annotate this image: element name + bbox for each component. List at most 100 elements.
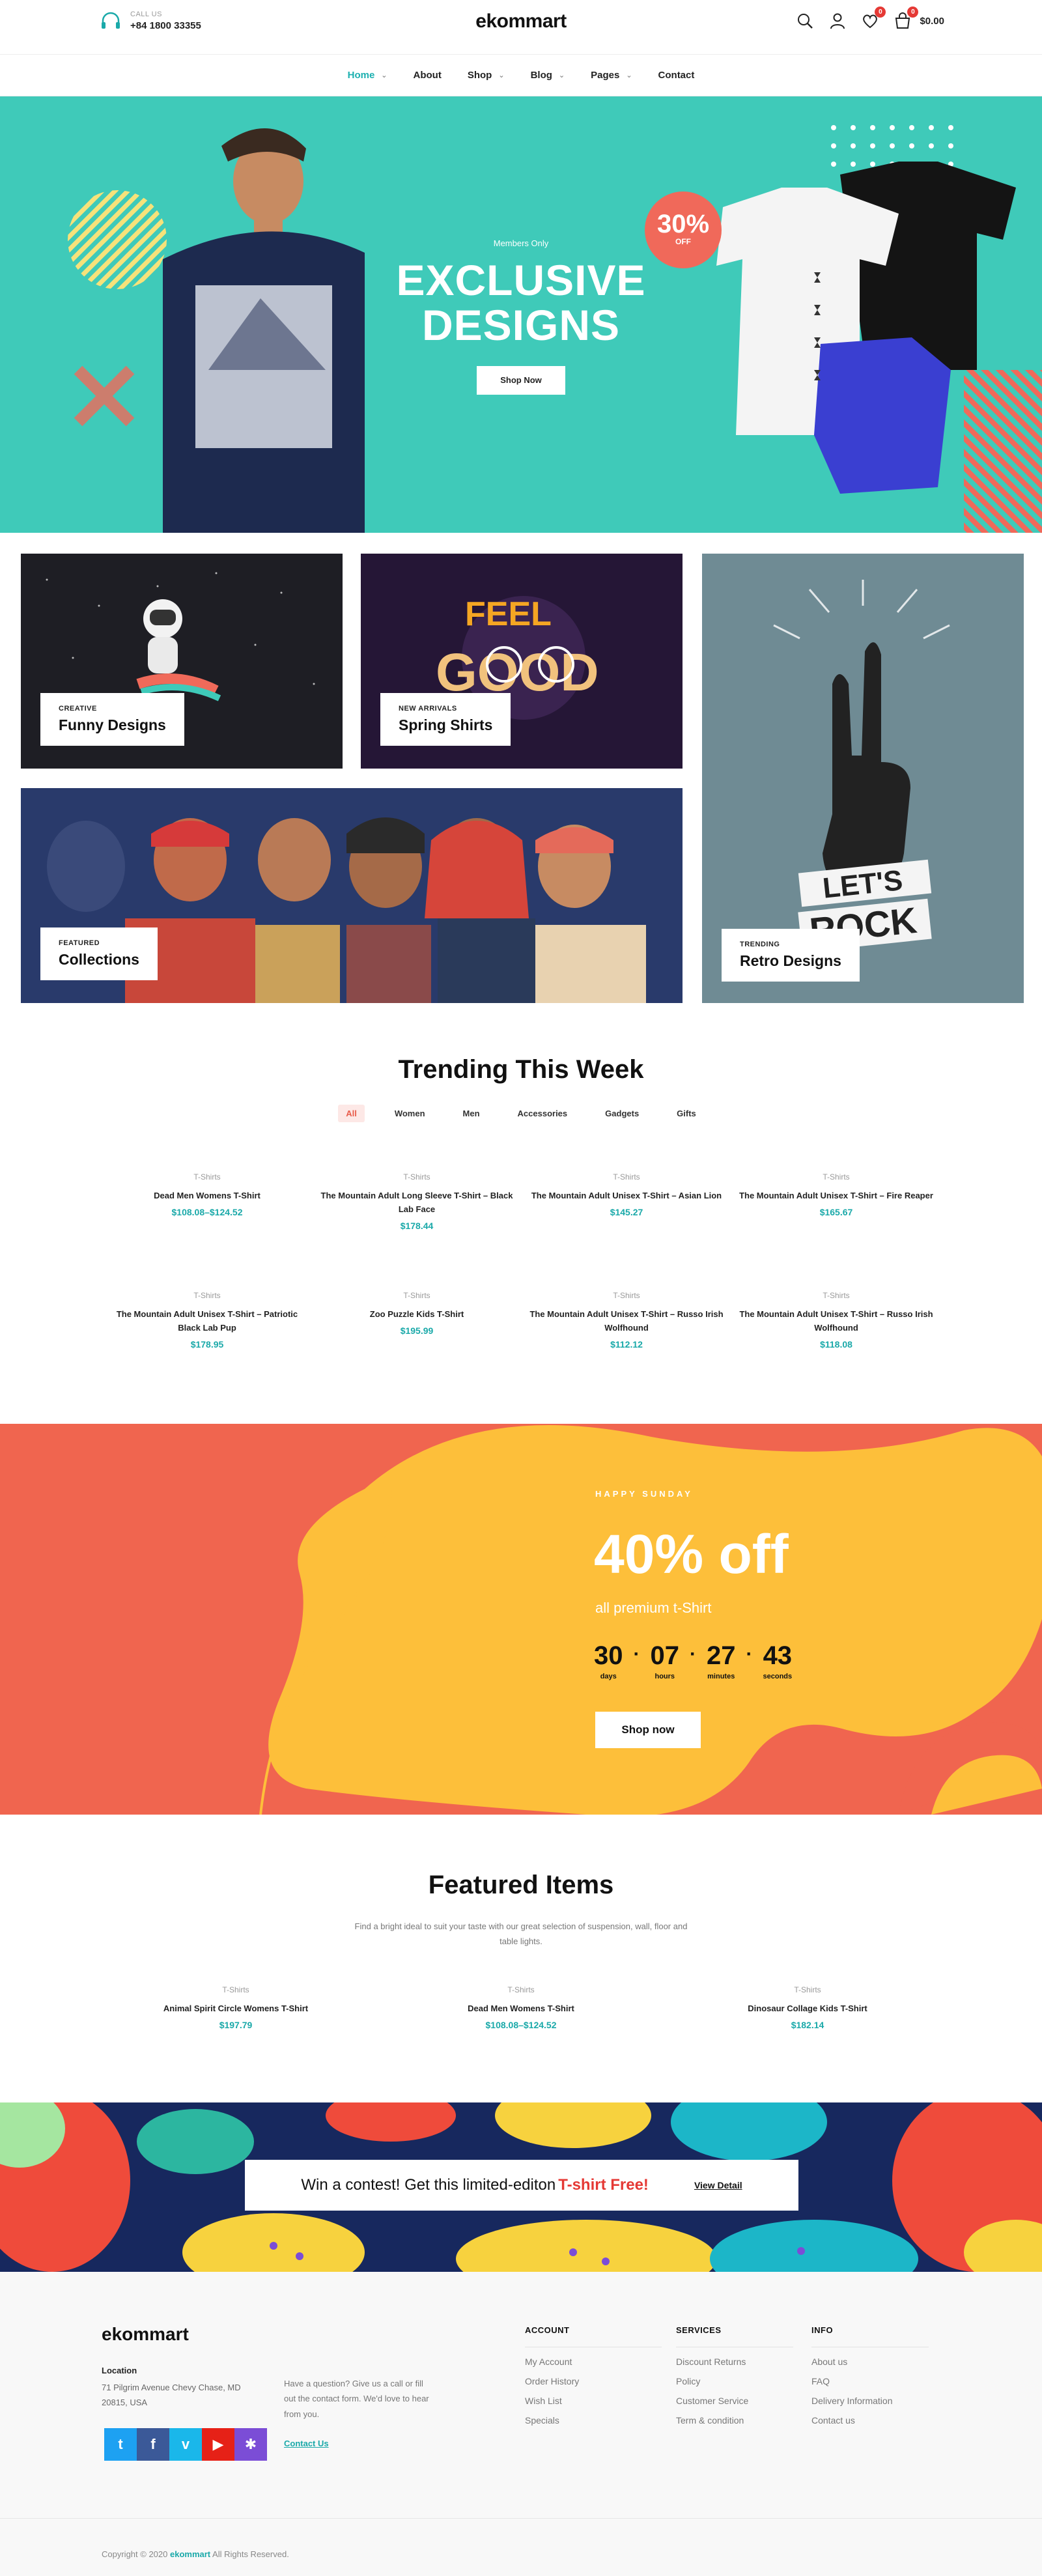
product-card[interactable]: T-Shirts The Mountain Adult Long Sleeve … (319, 1172, 514, 1231)
product-category[interactable]: T-Shirts (739, 1291, 934, 1300)
hero-banner: 30% OFF Members Only EXCLUSIVE DESIGNS S… (0, 96, 1042, 533)
product-card[interactable]: T-Shirts The Mountain Adult Unisex T-Shi… (529, 1291, 724, 1350)
footer-link[interactable]: About us (811, 2357, 929, 2367)
product-card[interactable]: T-Shirts The Mountain Adult Unisex T-Shi… (739, 1172, 934, 1217)
product-card[interactable]: T-Shirts Dead Men Womens T-Shirt $108.08… (109, 1172, 305, 1217)
product-category[interactable]: T-Shirts (529, 1172, 724, 1182)
countdown-days: 30 days (594, 1643, 623, 1680)
footer-link[interactable]: Wish List (525, 2396, 662, 2406)
nav-item-contact[interactable]: Contact (658, 70, 695, 81)
cart-button[interactable]: 0 (894, 7, 919, 30)
product-category[interactable]: T-Shirts (138, 1985, 333, 1994)
product-name[interactable]: Dead Men Womens T-Shirt (109, 1189, 305, 1203)
product-card[interactable]: T-Shirts Zoo Puzzle Kids T-Shirt $195.99 (319, 1291, 514, 1336)
product-price: $197.79 (219, 2019, 253, 2030)
tab-men[interactable]: Men (455, 1105, 488, 1122)
yelp-icon[interactable]: ✱ (234, 2428, 267, 2461)
nav-item-home[interactable]: Home ⌄ (348, 70, 387, 81)
twitter-icon[interactable]: t (104, 2428, 137, 2461)
category-card-funny[interactable]: CREATIVE Funny Designs (21, 554, 343, 769)
footer-column-heading: INFO (811, 2325, 929, 2347)
product-price: $112.12 (610, 1338, 643, 1350)
footer-link[interactable]: Policy (676, 2376, 793, 2386)
account-icon[interactable] (828, 12, 847, 30)
tab-accessories[interactable]: Accessories (510, 1105, 576, 1122)
product-card[interactable]: T-Shirts Dinosaur Collage Kids T-Shirt $… (710, 1985, 905, 2030)
footer-link[interactable]: FAQ (811, 2376, 929, 2386)
product-card[interactable]: T-Shirts The Mountain Adult Unisex T-Shi… (109, 1291, 305, 1350)
category-card-retro[interactable]: LET'S ROCK TRENDING Retro Designs (702, 554, 1024, 1003)
category-title: Funny Designs (59, 716, 166, 733)
product-card[interactable]: T-Shirts Animal Spirit Circle Womens T-S… (138, 1985, 333, 2030)
contest-highlight: T-shirt Free! (558, 2176, 649, 2194)
tab-women[interactable]: Women (387, 1105, 433, 1122)
nav-label: Blog (530, 70, 552, 81)
contact-us-link[interactable]: Contact Us (284, 2439, 329, 2448)
view-detail-link[interactable]: View Detail (694, 2180, 742, 2190)
product-card[interactable]: T-Shirts Dead Men Womens T-Shirt $108.08… (423, 1985, 619, 2030)
facebook-icon[interactable]: f (137, 2428, 169, 2461)
product-name[interactable]: Animal Spirit Circle Womens T-Shirt (138, 2002, 333, 2016)
cart-total[interactable]: $0.00 (920, 16, 944, 27)
product-category[interactable]: T-Shirts (529, 1291, 724, 1300)
product-card[interactable]: T-Shirts The Mountain Adult Unisex T-Shi… (529, 1172, 724, 1217)
product-name[interactable]: Dinosaur Collage Kids T-Shirt (710, 2002, 905, 2016)
footer-logo[interactable]: ekommart (102, 2324, 189, 2345)
product-name[interactable]: Zoo Puzzle Kids T-Shirt (319, 1308, 514, 1322)
sale-shop-now-button[interactable]: Shop now (595, 1712, 701, 1748)
copyright-prefix: Copyright © 2020 (102, 2549, 168, 2559)
tab-gifts[interactable]: Gifts (669, 1105, 704, 1122)
product-price: $195.99 (400, 1325, 434, 1336)
product-name[interactable]: The Mountain Adult Unisex T-Shirt – Russ… (739, 1308, 934, 1335)
product-name[interactable]: The Mountain Adult Unisex T-Shirt – Russ… (529, 1308, 724, 1335)
countdown-label: minutes (707, 1673, 735, 1680)
footer-link[interactable]: Specials (525, 2415, 662, 2426)
footer-link[interactable]: Discount Returns (676, 2357, 793, 2367)
nav-item-about[interactable]: About (414, 70, 442, 81)
product-category[interactable]: T-Shirts (319, 1172, 514, 1182)
trending-title: Trending This Week (398, 1055, 644, 1084)
product-category[interactable]: T-Shirts (319, 1291, 514, 1300)
tab-all[interactable]: All (338, 1105, 365, 1122)
nav-item-shop[interactable]: Shop ⌄ (468, 70, 505, 81)
product-card[interactable]: T-Shirts The Mountain Adult Unisex T-Shi… (739, 1291, 934, 1350)
product-category[interactable]: T-Shirts (739, 1172, 934, 1182)
footer-link[interactable]: Term & condition (676, 2415, 793, 2426)
wishlist-button[interactable]: 0 (861, 7, 886, 30)
category-label: FEATURED Collections (40, 927, 158, 980)
footer-column-account: ACCOUNT My Account Order History Wish Li… (525, 2325, 662, 2426)
product-name[interactable]: The Mountain Adult Long Sleeve T-Shirt –… (319, 1189, 514, 1217)
category-card-spring[interactable]: FEEL GOOD NEW ARRIVALS Spring Shirts (361, 554, 683, 769)
youtube-icon[interactable]: ▶ (202, 2428, 234, 2461)
contest-banner: Win a contest! Get this limited-editon T… (0, 2102, 1042, 2272)
vimeo-icon[interactable]: v (169, 2428, 202, 2461)
contest-card: Win a contest! Get this limited-editon T… (245, 2160, 798, 2211)
footer-link[interactable]: Customer Service (676, 2396, 793, 2406)
product-name[interactable]: The Mountain Adult Unisex T-Shirt – Fire… (739, 1189, 934, 1203)
product-name[interactable]: The Mountain Adult Unisex T-Shirt – Asia… (529, 1189, 724, 1203)
category-card-collections[interactable]: FEATURED Collections (21, 788, 683, 1003)
footer-link[interactable]: Delivery Information (811, 2396, 929, 2406)
copyright-brand[interactable]: ekommart (170, 2549, 210, 2559)
product-category[interactable]: T-Shirts (710, 1985, 905, 1994)
product-name[interactable]: Dead Men Womens T-Shirt (423, 2002, 619, 2016)
footer-link[interactable]: Contact us (811, 2415, 929, 2426)
search-icon[interactable] (796, 12, 814, 30)
tab-gadgets[interactable]: Gadgets (597, 1105, 647, 1122)
footer-link[interactable]: My Account (525, 2357, 662, 2367)
featured-title: Featured Items (428, 1871, 614, 1899)
footer-column-heading: ACCOUNT (525, 2325, 662, 2347)
product-price: $145.27 (610, 1206, 643, 1217)
footer-column-info: INFO About us FAQ Delivery Information C… (811, 2325, 929, 2426)
cart-count-badge: 0 (907, 7, 919, 18)
hero-shop-now-button[interactable]: Shop Now (477, 366, 565, 395)
product-category[interactable]: T-Shirts (423, 1985, 619, 1994)
product-name[interactable]: The Mountain Adult Unisex T-Shirt – Patr… (109, 1308, 305, 1335)
footer-link[interactable]: Order History (525, 2376, 662, 2386)
nav-item-pages[interactable]: Pages ⌄ (591, 70, 632, 81)
category-title: Retro Designs (740, 952, 841, 969)
nav-label: About (413, 70, 442, 81)
product-category[interactable]: T-Shirts (109, 1172, 305, 1182)
nav-item-blog[interactable]: Blog ⌄ (531, 70, 565, 81)
product-category[interactable]: T-Shirts (109, 1291, 305, 1300)
